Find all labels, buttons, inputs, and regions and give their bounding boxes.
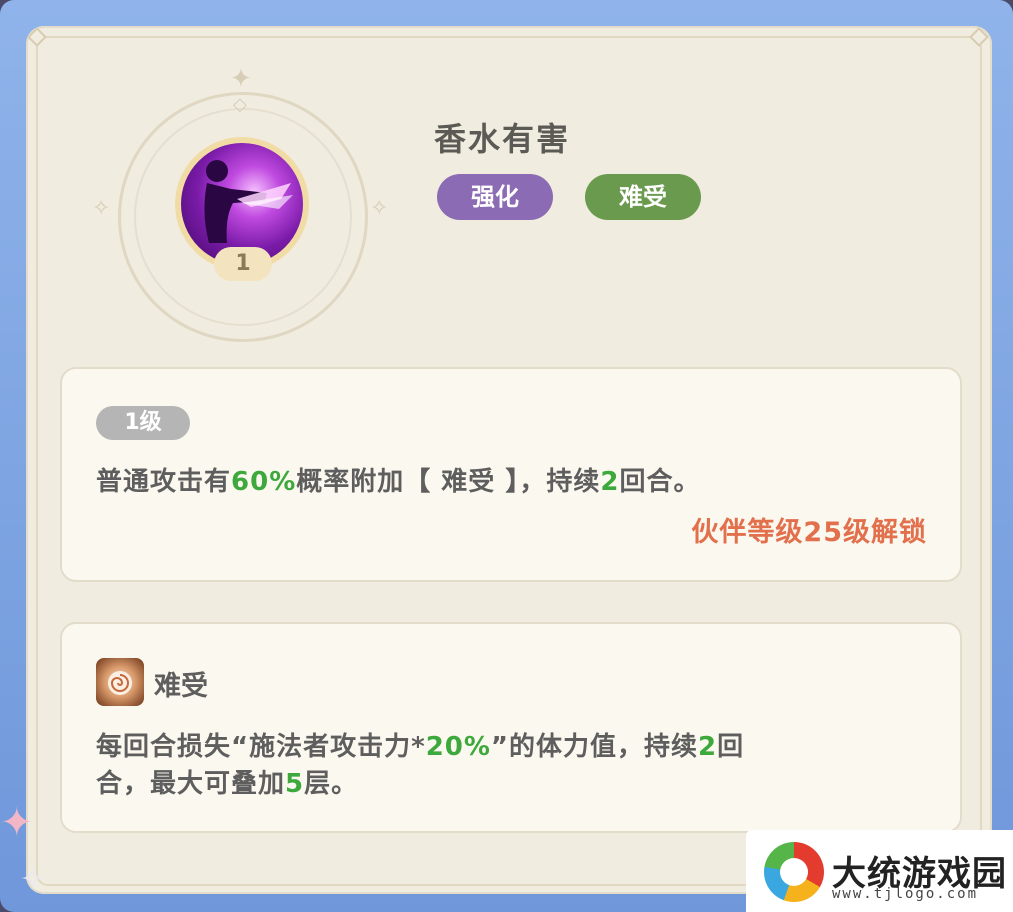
sparkle-icon: ✦	[230, 64, 252, 94]
status-description-line1: 每回合损失“施法者攻击力*20%”的体力值，持续2回	[96, 726, 744, 763]
debuff-swirl-icon	[96, 658, 144, 706]
sparkle-icon: ✧	[20, 862, 46, 897]
description-text: 层。	[304, 769, 359, 799]
sparkle-icon: ✧	[370, 196, 389, 221]
description-text: 普通攻击有	[96, 467, 232, 497]
duration-value: 2	[698, 732, 718, 762]
tag-debuff: 难受	[585, 174, 701, 220]
chance-value: 60%	[231, 467, 297, 497]
description-text: 概率附加【 难受 】，持续	[296, 467, 601, 497]
sparkle-icon: ◇	[233, 94, 247, 115]
status-effect-name: 难受	[154, 671, 208, 702]
description-text: ”的体力值，持续	[490, 732, 699, 762]
duration-value: 2	[600, 467, 620, 497]
skill-level-badge: 1	[214, 247, 272, 281]
watermark-url: www.tjlogo.com	[832, 886, 979, 902]
status-description-line2: 合，最大可叠加5层。	[96, 763, 358, 800]
sparkle-icon: ✧	[92, 196, 111, 221]
damage-percent: 20%	[425, 732, 491, 762]
max-stacks-value: 5	[285, 769, 305, 799]
tag-enhance: 强化	[437, 174, 553, 220]
level-description: 普通攻击有60%概率附加【 难受 】，持续2回合。	[96, 461, 700, 498]
watermark-logo-center	[780, 858, 808, 886]
unlock-requirement: 伙伴等级25级解锁	[691, 517, 927, 548]
description-text: 合，最大可叠加	[96, 769, 286, 799]
description-text: 回	[717, 732, 745, 762]
level-label: 1级	[96, 406, 190, 440]
skill-title: 香水有害	[434, 120, 571, 158]
swirl-icon	[108, 671, 132, 695]
pink-star-icon: ✦	[0, 800, 34, 846]
description-text: 每回合损失“施法者攻击力*	[96, 732, 426, 762]
description-text: 回合。	[619, 467, 701, 497]
